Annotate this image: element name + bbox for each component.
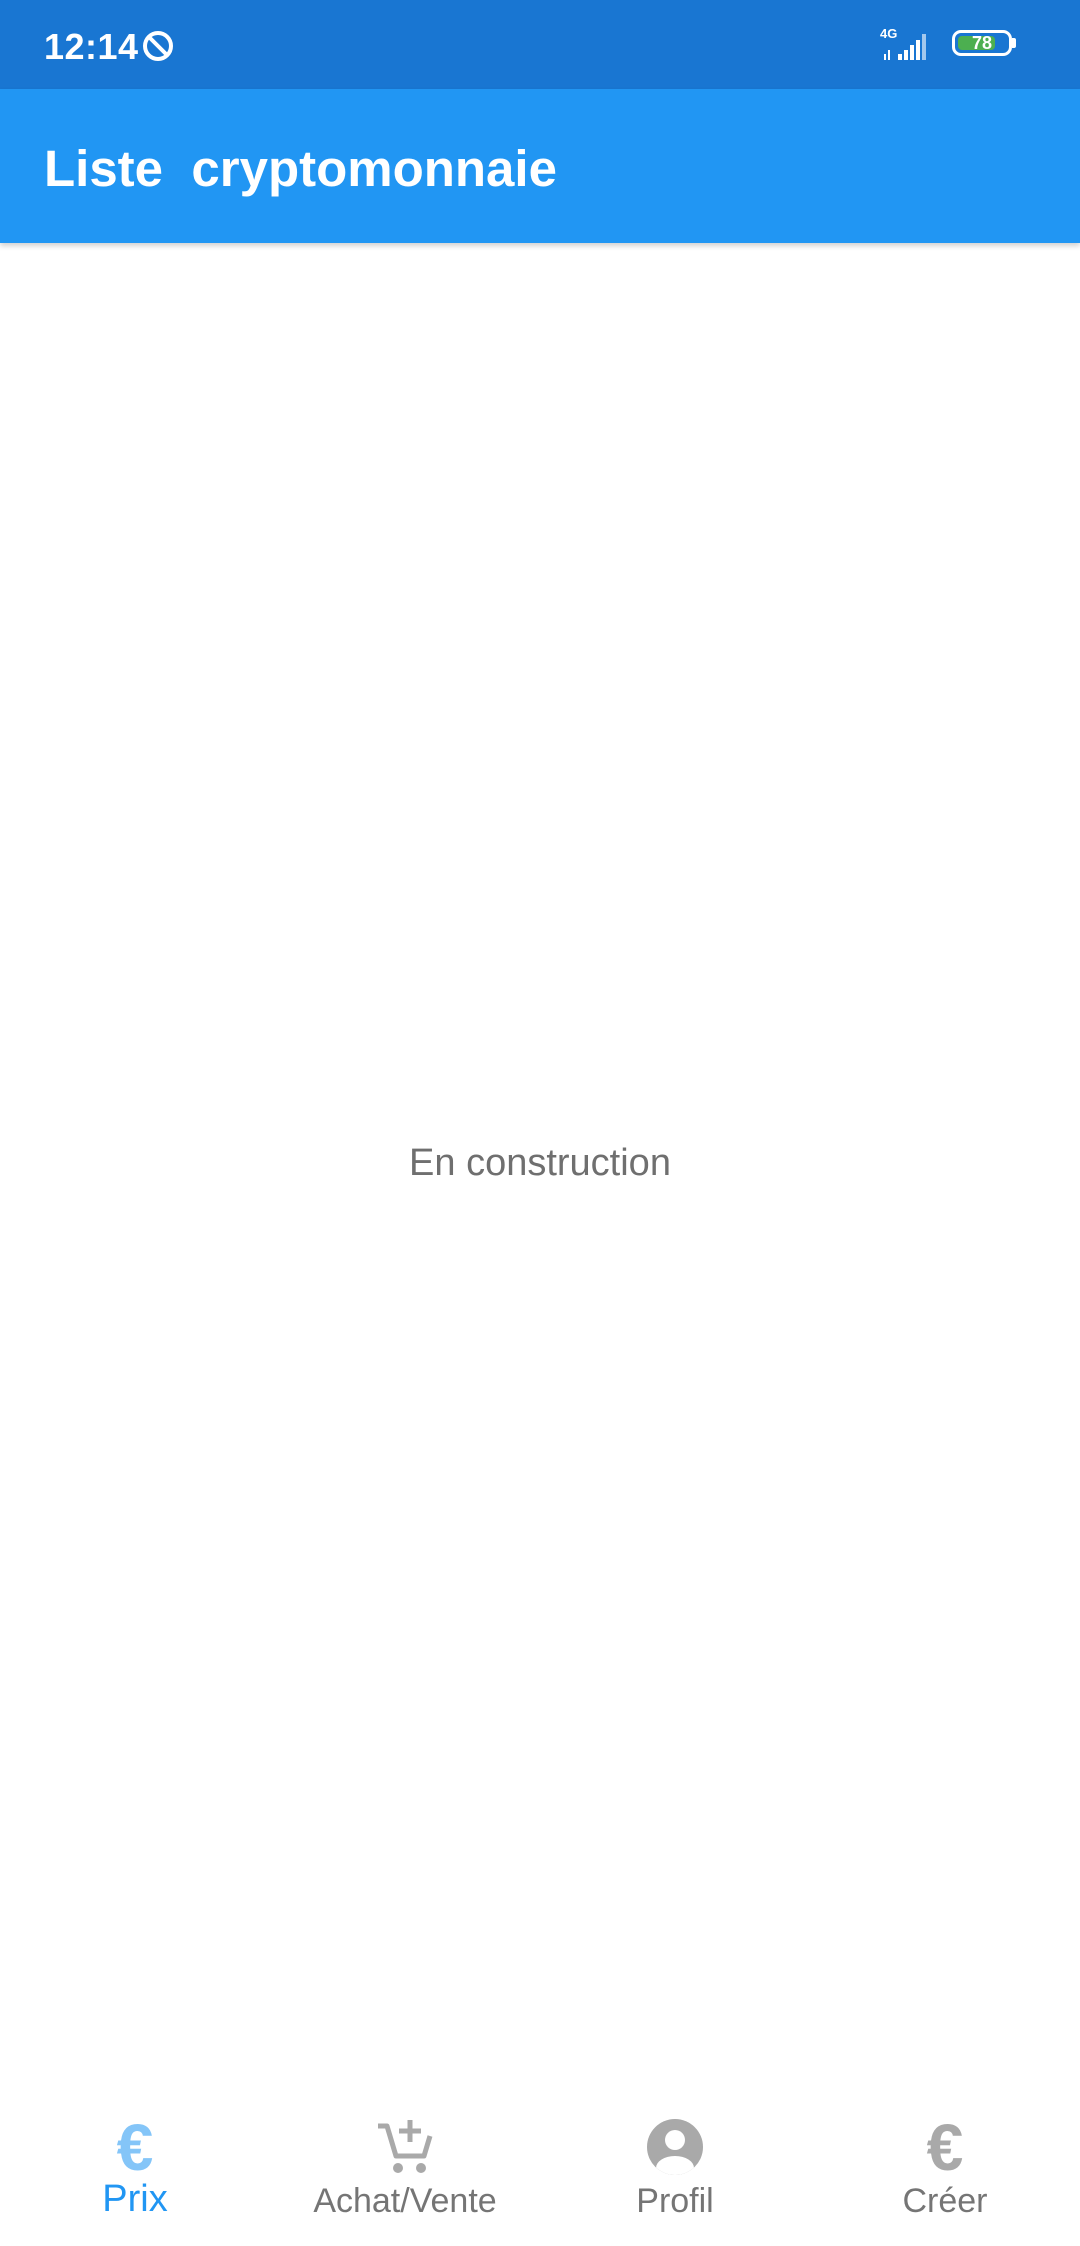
- battery-level: 78: [971, 33, 993, 53]
- euro-icon: €: [116, 2110, 154, 2184]
- tab-achat-vente[interactable]: Achat/Vente: [270, 2090, 540, 2246]
- add-cart-icon: [374, 2116, 436, 2178]
- bottom-navigation: € Prix Achat/Vente Profil € Créer: [0, 2090, 1080, 2246]
- app-screen: 12:14 4G 78 Liste cryptomonnaie En const…: [0, 0, 1080, 2246]
- tab-prix[interactable]: € Prix: [0, 2090, 270, 2246]
- tab-profil-label: Profil: [636, 2182, 714, 2220]
- account-circle-icon: [644, 2116, 706, 2178]
- tab-profil[interactable]: Profil: [540, 2090, 810, 2246]
- tab-achat-vente-label: Achat/Vente: [313, 2182, 497, 2220]
- status-bar: 12:14 4G 78: [0, 0, 1080, 89]
- signal-icon: 4G: [880, 26, 940, 62]
- app-bar: Liste cryptomonnaie: [0, 89, 1080, 243]
- tab-creer-label: Créer: [902, 2182, 988, 2220]
- tab-creer[interactable]: € Créer: [810, 2090, 1080, 2246]
- battery-icon: 78: [952, 30, 1018, 60]
- status-time: 12:14: [44, 26, 139, 67]
- tab-prix-label: Prix: [102, 2178, 168, 2220]
- under-construction-message: En construction: [409, 1142, 671, 1184]
- page-title: Liste cryptomonnaie: [44, 140, 557, 197]
- do-not-disturb-icon: [143, 31, 173, 61]
- euro-icon: €: [926, 2110, 964, 2184]
